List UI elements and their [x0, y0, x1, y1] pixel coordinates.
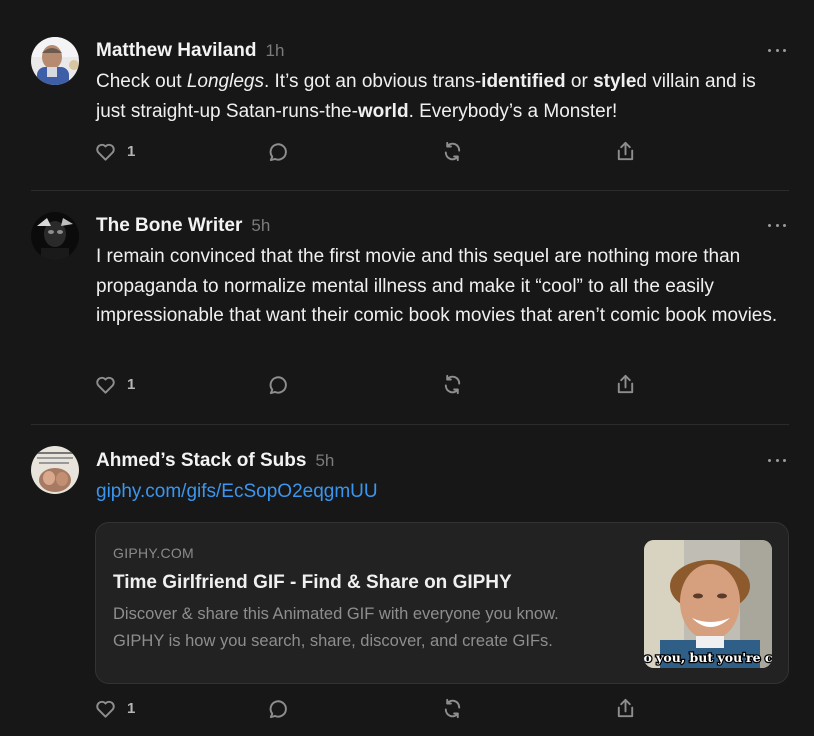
- post-time[interactable]: 5h: [251, 216, 270, 235]
- author-name-text[interactable]: Ahmed’s Stack of Subs: [96, 450, 306, 471]
- restack-button[interactable]: [441, 140, 464, 163]
- comment-icon: [269, 376, 287, 395]
- author-name[interactable]: Ahmed’s Stack of Subs 5h: [96, 450, 334, 472]
- comment-button[interactable]: [267, 373, 290, 396]
- card-thumbnail[interactable]: o you, but you're c: [644, 540, 772, 668]
- card-description: Discover & share this Animated GIF with …: [113, 605, 559, 650]
- share-icon: [617, 374, 634, 394]
- card-title[interactable]: Time Girlfriend GIF - Find & Share on GI…: [113, 572, 512, 594]
- author-name-text[interactable]: Matthew Haviland: [96, 40, 256, 61]
- post-link[interactable]: giphy.com/gifs/EcSopO2eqgmUU: [96, 481, 378, 502]
- avatar[interactable]: [31, 446, 79, 494]
- restack-button[interactable]: [441, 373, 464, 396]
- like-count: 1: [127, 143, 136, 160]
- like-count: 1: [127, 376, 136, 393]
- share-icon: [617, 141, 634, 161]
- post-actions: 1: [94, 140, 639, 166]
- heart-icon: [96, 376, 115, 394]
- restack-icon: [444, 374, 461, 395]
- more-icon[interactable]: [768, 47, 786, 53]
- more-icon[interactable]: [768, 222, 786, 228]
- author-name[interactable]: The Bone Writer 5h: [96, 215, 270, 237]
- restack-button[interactable]: [441, 697, 464, 720]
- avatar[interactable]: [31, 37, 79, 85]
- post-actions: 1: [94, 373, 639, 399]
- more-icon[interactable]: [768, 457, 786, 463]
- author-name[interactable]: Matthew Haviland 1h: [96, 40, 284, 62]
- like-button[interactable]: 1: [94, 373, 135, 396]
- svg-text:o you, but you're c: o you, but you're c: [644, 650, 772, 665]
- heart-icon: [96, 700, 115, 718]
- comment-button[interactable]: [267, 697, 290, 720]
- like-count: 1: [127, 700, 136, 717]
- share-button[interactable]: [614, 373, 637, 396]
- like-button[interactable]: 1: [94, 140, 135, 163]
- post-text: Check out Longlegs. It’s got an obvious …: [96, 71, 756, 122]
- post-actions: 1: [94, 697, 639, 723]
- card-site: GIPHY.COM: [113, 545, 195, 561]
- heart-icon: [96, 143, 115, 161]
- post-text: I remain convinced that the first movie …: [96, 246, 778, 326]
- restack-icon: [444, 141, 461, 162]
- link-preview-card[interactable]: GIPHY.COM Time Girlfriend GIF - Find & S…: [95, 522, 789, 684]
- comment-icon: [269, 700, 287, 719]
- post-time[interactable]: 5h: [315, 451, 334, 470]
- share-button[interactable]: [614, 140, 637, 163]
- restack-icon: [444, 698, 461, 719]
- author-name-text[interactable]: The Bone Writer: [96, 215, 242, 236]
- share-icon: [617, 698, 634, 718]
- post-text: giphy.com/gifs/EcSopO2eqgmUU: [96, 477, 786, 507]
- post-time[interactable]: 1h: [265, 41, 284, 60]
- comment-button[interactable]: [267, 140, 290, 163]
- comment-icon: [269, 143, 287, 162]
- like-button[interactable]: 1: [94, 697, 135, 720]
- share-button[interactable]: [614, 697, 637, 720]
- avatar[interactable]: [31, 212, 79, 260]
- divider: [31, 190, 789, 191]
- divider: [31, 424, 789, 425]
